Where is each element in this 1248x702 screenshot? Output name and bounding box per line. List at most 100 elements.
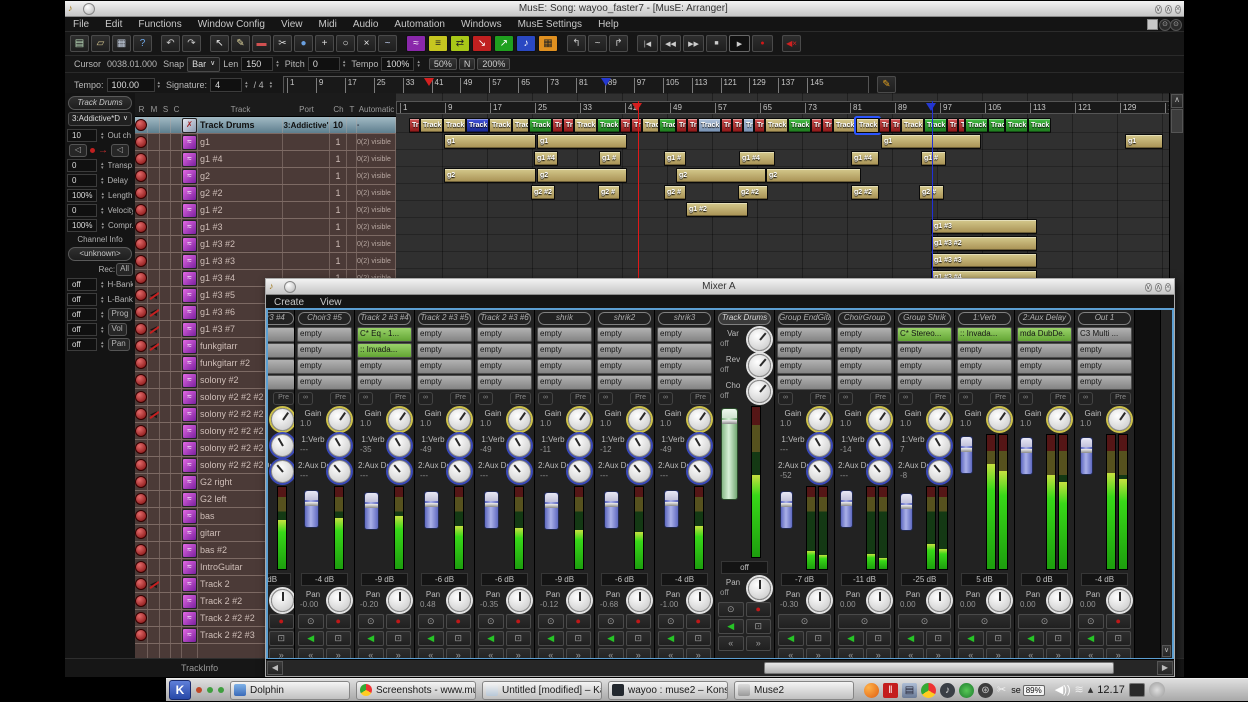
effect-slot[interactable]: empty xyxy=(837,375,892,390)
arranger-part[interactable]: g1 xyxy=(537,134,627,149)
send-knob[interactable] xyxy=(928,460,951,483)
tempo-input[interactable]: 100.00 xyxy=(107,78,155,92)
wifi-tray-icon[interactable]: ≋ xyxy=(1075,683,1084,698)
battery-indicator[interactable]: 89% xyxy=(1023,685,1045,696)
class-cell[interactable] xyxy=(171,525,182,541)
solo-cell[interactable] xyxy=(160,304,171,320)
mute-cell[interactable] xyxy=(148,559,160,575)
record-dot-icon[interactable] xyxy=(135,221,147,233)
mute-cell[interactable] xyxy=(148,457,160,473)
power-button[interactable]: ⊙ xyxy=(1018,614,1071,629)
arranger-part[interactable]: g1 xyxy=(881,134,981,149)
arranger-part[interactable]: Track xyxy=(765,118,788,133)
arranger-part[interactable]: Tr xyxy=(890,118,901,133)
channel-cell[interactable]: 1 xyxy=(330,219,347,235)
track-row[interactable]: ≈g1 #310(2) visible xyxy=(135,219,396,236)
arranger-part[interactable]: g2 xyxy=(537,168,627,183)
arranger-part[interactable]: g2 xyxy=(766,168,861,183)
effect-slot[interactable]: empty xyxy=(1017,343,1072,358)
mute-cell[interactable] xyxy=(148,593,160,609)
channel-cell[interactable]: 1 xyxy=(330,151,347,167)
fader-zone[interactable] xyxy=(358,486,411,570)
arranger-part[interactable]: Track xyxy=(988,118,1005,133)
record-dot-icon[interactable] xyxy=(135,306,147,318)
mute-cell[interactable] xyxy=(148,474,160,490)
pan-knob[interactable] xyxy=(1108,589,1131,612)
strip-solo-button[interactable]: ⊡ xyxy=(446,631,472,646)
rec-cell[interactable] xyxy=(135,525,148,541)
solo-cell[interactable] xyxy=(160,151,171,167)
pitch-input[interactable]: 0 xyxy=(308,57,340,71)
class-cell[interactable] xyxy=(171,457,182,473)
output-routes-button[interactable]: » xyxy=(686,648,712,658)
arranger-part[interactable]: Tr xyxy=(732,118,743,133)
gain-knob[interactable] xyxy=(388,408,411,431)
channel-cell[interactable]: 1 xyxy=(330,168,347,184)
record-dot-icon[interactable] xyxy=(135,374,147,386)
fader-zone[interactable] xyxy=(418,486,471,570)
strip-solo-button[interactable]: ⊡ xyxy=(746,619,772,634)
effect-slot[interactable]: empty xyxy=(957,375,1012,390)
fader-zone[interactable] xyxy=(298,486,351,570)
field-value[interactable]: 0 xyxy=(67,204,97,217)
field-label[interactable]: Vol xyxy=(108,323,127,336)
stereo-toggle-icon[interactable]: ∞ xyxy=(478,392,493,405)
record-dot-icon[interactable] xyxy=(135,170,147,182)
channel-cell[interactable]: 10 xyxy=(330,117,347,133)
automation-cell[interactable]: 0(2) visible xyxy=(357,134,396,150)
scroll-down-icon[interactable]: ∨ xyxy=(1162,645,1171,657)
rec-cell[interactable] xyxy=(135,576,148,592)
window-menu-button[interactable] xyxy=(83,3,95,15)
gear-tray-icon[interactable]: ⊛ xyxy=(978,683,993,698)
send-knob[interactable] xyxy=(628,434,651,457)
mute-speaker-icon[interactable]: ◀ xyxy=(150,580,157,589)
mute-cell[interactable] xyxy=(148,508,160,524)
rewind-start-button[interactable]: |◀ xyxy=(637,35,658,52)
mute-cell[interactable] xyxy=(148,236,160,252)
list-editor-icon[interactable]: ≡ xyxy=(428,35,448,52)
main-maximize-icon[interactable]: ∧ xyxy=(1165,5,1172,14)
track-row[interactable]: ≈g210(2) visible xyxy=(135,168,396,185)
storage-tray-icon[interactable]: ▤ xyxy=(902,683,917,698)
track-name[interactable]: g1 #4 xyxy=(198,151,283,167)
fader-zone[interactable] xyxy=(898,486,951,570)
pan-knob[interactable] xyxy=(628,589,651,612)
audio-note-tray-icon[interactable]: ♪ xyxy=(940,683,955,698)
arranger-part[interactable]: g1 #3 #3 xyxy=(931,253,1037,268)
strip-record-button[interactable]: ● xyxy=(686,614,712,629)
send-knob[interactable] xyxy=(868,460,891,483)
channel-fader[interactable] xyxy=(364,492,379,530)
send-knob[interactable] xyxy=(568,434,591,457)
channel-fader[interactable] xyxy=(604,491,619,529)
arranger-part[interactable]: g1 #3 #2 xyxy=(931,236,1037,251)
send-knob[interactable] xyxy=(388,434,411,457)
rec-cell[interactable] xyxy=(135,457,148,473)
field-value[interactable]: off xyxy=(67,323,97,336)
punch-in-icon[interactable]: ↰ xyxy=(567,35,586,52)
record-dot-icon[interactable] xyxy=(135,578,147,590)
effect-slot[interactable]: empty xyxy=(417,327,472,342)
solo-cell[interactable] xyxy=(160,134,171,150)
strip-name[interactable]: Track 2 #3 #6 xyxy=(478,312,531,325)
loop-icon[interactable]: ~ xyxy=(588,35,607,52)
mute-cell[interactable]: ◀ xyxy=(148,287,160,303)
field-spinner[interactable]: ▴▾ xyxy=(101,207,104,215)
pan-knob[interactable] xyxy=(1048,589,1071,612)
class-cell[interactable] xyxy=(171,559,182,575)
strip-solo-button[interactable]: ⊡ xyxy=(986,631,1012,646)
pointer-tool-icon[interactable]: ↖ xyxy=(210,35,229,52)
menu-window-config[interactable]: Window Config xyxy=(190,19,273,30)
power-button[interactable]: ⊙ xyxy=(718,602,744,617)
field-value[interactable]: 0 xyxy=(67,174,97,187)
channel-fader[interactable] xyxy=(960,436,973,474)
field-label[interactable]: Prog xyxy=(108,308,133,321)
power-button[interactable]: ⊙ xyxy=(838,614,891,629)
input-routes-button[interactable]: « xyxy=(718,636,744,651)
mute-cell[interactable] xyxy=(148,253,160,269)
effect-slot[interactable]: empty xyxy=(297,327,352,342)
pre-button[interactable]: Pre xyxy=(330,392,351,405)
arranger-part[interactable]: g2 xyxy=(444,168,536,183)
gain-knob[interactable] xyxy=(988,408,1011,431)
arranger-part[interactable]: g1 xyxy=(1125,134,1163,149)
automation-cell[interactable]: 0(2) visible xyxy=(357,151,396,167)
